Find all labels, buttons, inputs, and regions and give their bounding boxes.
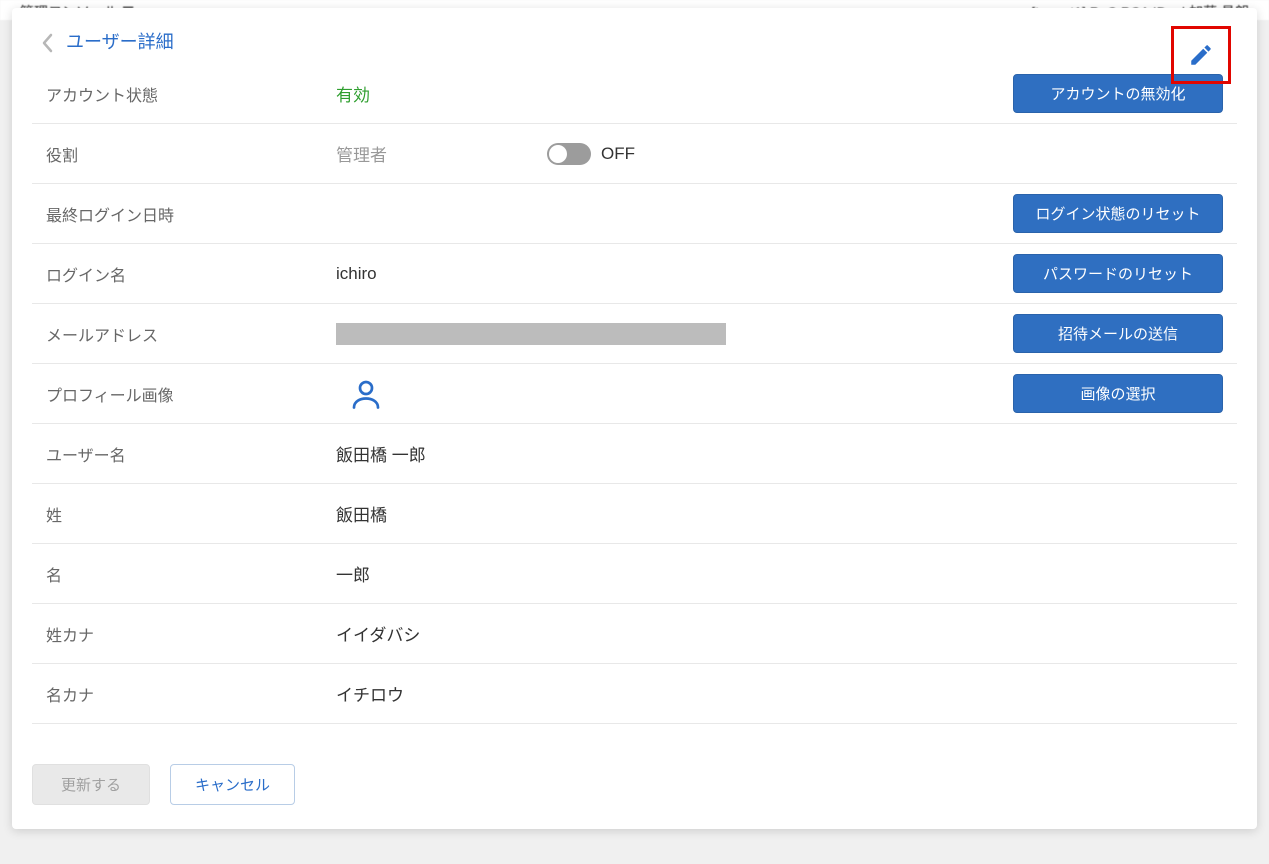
- row-last-kana: 姓カナ イイダバシ: [32, 604, 1237, 664]
- label-first-name: 名: [46, 562, 336, 586]
- label-account-status: アカウント状態: [46, 82, 336, 106]
- toggle-thumb: [549, 145, 567, 163]
- label-profile-image: プロフィール画像: [46, 382, 336, 406]
- label-user-name: ユーザー名: [46, 442, 336, 466]
- back-chevron-icon[interactable]: [40, 32, 58, 50]
- label-email: メールアドレス: [46, 322, 336, 346]
- label-last-name: 姓: [46, 502, 336, 526]
- label-last-kana: 姓カナ: [46, 622, 336, 646]
- update-button: 更新する: [32, 764, 150, 805]
- value-first-kana: イチロウ: [336, 681, 404, 706]
- row-role: 役割 管理者 OFF: [32, 124, 1237, 184]
- row-user-name: ユーザー名 飯田橋 一郎: [32, 424, 1237, 484]
- value-last-kana: イイダバシ: [336, 621, 420, 646]
- row-last-name: 姓 飯田橋: [32, 484, 1237, 544]
- row-profile-image: プロフィール画像 画像の選択: [32, 364, 1237, 424]
- modal-header: ユーザー詳細: [12, 8, 1257, 64]
- row-account-status: アカウント状態 有効 アカウントの無効化: [32, 64, 1237, 124]
- user-detail-modal: ユーザー詳細 アカウント状態 有効 アカウントの無効化 役割 管理者 OFF: [12, 8, 1257, 829]
- reset-password-button[interactable]: パスワードのリセット: [1013, 254, 1223, 293]
- label-login-name: ログイン名: [46, 262, 336, 286]
- detail-rows: アカウント状態 有効 アカウントの無効化 役割 管理者 OFF 最終ログイン日時…: [12, 64, 1257, 744]
- value-login-name: ichiro: [336, 264, 377, 284]
- modal-title: ユーザー詳細: [66, 28, 174, 54]
- role-toggle[interactable]: [547, 143, 591, 165]
- label-last-login: 最終ログイン日時: [46, 202, 336, 226]
- label-role: 役割: [46, 142, 336, 166]
- value-role: 管理者: [336, 141, 387, 166]
- value-first-name: 一郎: [336, 561, 370, 586]
- role-toggle-group: OFF: [547, 143, 635, 165]
- send-invite-mail-button[interactable]: 招待メールの送信: [1013, 314, 1223, 353]
- value-user-name: 飯田橋 一郎: [336, 441, 426, 466]
- value-last-name: 飯田橋: [336, 501, 387, 526]
- cancel-button[interactable]: キャンセル: [170, 764, 295, 805]
- modal-footer: 更新する キャンセル: [12, 744, 1257, 829]
- row-first-name: 名 一郎: [32, 544, 1237, 604]
- reset-login-state-button[interactable]: ログイン状態のリセット: [1013, 194, 1223, 233]
- role-toggle-label: OFF: [601, 144, 635, 164]
- value-account-status: 有効: [336, 81, 370, 106]
- select-image-button[interactable]: 画像の選択: [1013, 374, 1223, 413]
- avatar-icon: [348, 376, 384, 412]
- row-login-name: ログイン名 ichiro パスワードのリセット: [32, 244, 1237, 304]
- row-last-login: 最終ログイン日時 ログイン状態のリセット: [32, 184, 1237, 244]
- edit-button[interactable]: [1171, 26, 1231, 84]
- row-email: メールアドレス 招待メールの送信: [32, 304, 1237, 364]
- pencil-icon: [1188, 42, 1214, 68]
- label-first-kana: 名カナ: [46, 682, 336, 706]
- value-email-masked: [336, 323, 726, 345]
- header-left: ユーザー詳細: [40, 28, 174, 54]
- row-first-kana: 名カナ イチロウ: [32, 664, 1237, 724]
